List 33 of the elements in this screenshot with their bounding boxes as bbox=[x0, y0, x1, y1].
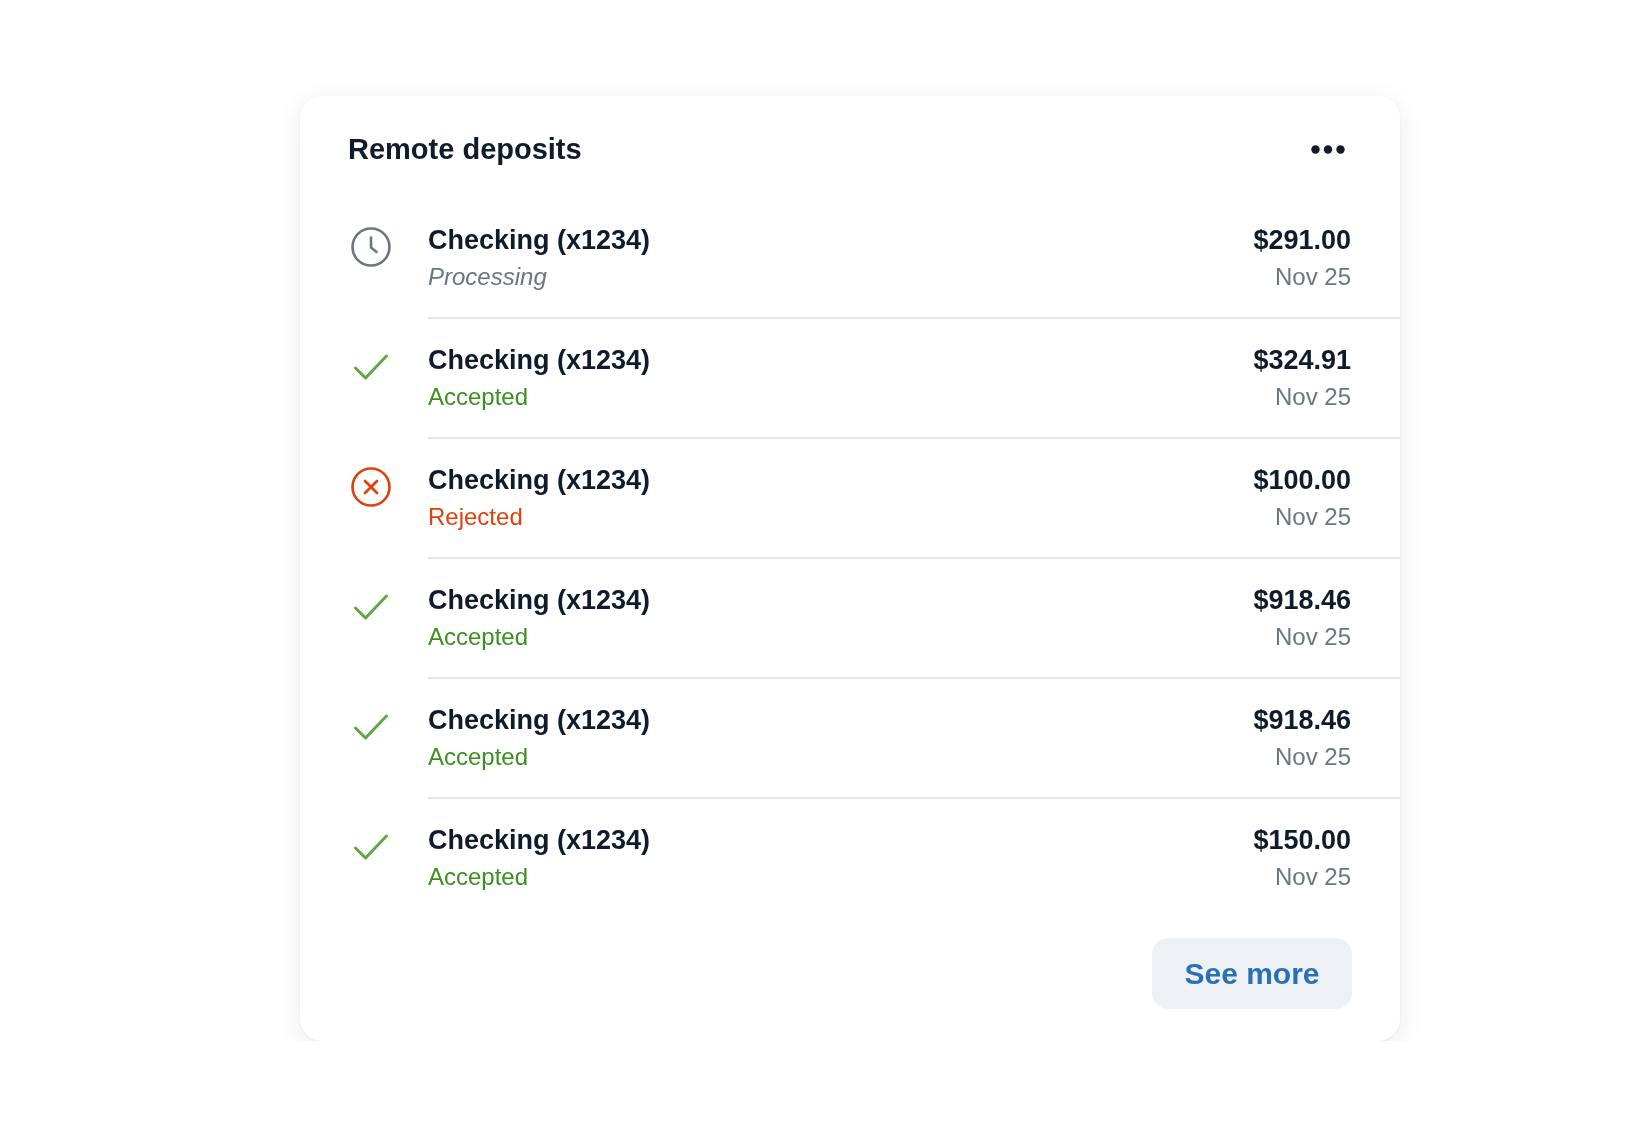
clock-icon bbox=[351, 227, 391, 267]
deposit-date: Nov 25 bbox=[1274, 622, 1351, 652]
deposit-date: Nov 25 bbox=[1274, 262, 1351, 292]
account-name: Checking (x1234) bbox=[428, 704, 651, 737]
deposit-date: Nov 25 bbox=[1274, 862, 1351, 892]
deposit-status: Accepted bbox=[428, 382, 529, 412]
checkmark-icon bbox=[354, 714, 388, 740]
account-name: Checking (x1234) bbox=[428, 824, 651, 857]
checkmark-icon bbox=[354, 834, 388, 860]
deposit-status: Accepted bbox=[428, 742, 529, 772]
deposit-status: Accepted bbox=[428, 622, 529, 652]
deposit-amount: $291.00 bbox=[1253, 224, 1351, 257]
checkmark-icon bbox=[354, 354, 388, 380]
deposit-date: Nov 25 bbox=[1274, 382, 1351, 412]
deposit-amount: $150.00 bbox=[1253, 824, 1351, 857]
deposit-amount: $918.46 bbox=[1253, 704, 1351, 737]
see-more-button[interactable]: See more bbox=[1152, 938, 1352, 1009]
deposit-amount: $918.46 bbox=[1253, 584, 1351, 617]
deposit-amount: $100.00 bbox=[1253, 464, 1351, 497]
deposit-status: Processing bbox=[428, 262, 547, 292]
account-name: Checking (x1234) bbox=[428, 224, 651, 257]
deposit-amount: $324.91 bbox=[1253, 344, 1351, 377]
card-title: Remote deposits bbox=[348, 132, 582, 167]
account-name: Checking (x1234) bbox=[428, 584, 651, 617]
x-circle-icon bbox=[351, 467, 391, 507]
deposit-status: Rejected bbox=[428, 502, 523, 532]
account-name: Checking (x1234) bbox=[428, 344, 651, 377]
deposit-date: Nov 25 bbox=[1274, 742, 1351, 772]
more-options-icon[interactable] bbox=[1311, 144, 1345, 154]
checkmark-icon bbox=[354, 594, 388, 620]
deposit-date: Nov 25 bbox=[1274, 502, 1351, 532]
deposit-status: Accepted bbox=[428, 862, 529, 892]
account-name: Checking (x1234) bbox=[428, 464, 651, 497]
